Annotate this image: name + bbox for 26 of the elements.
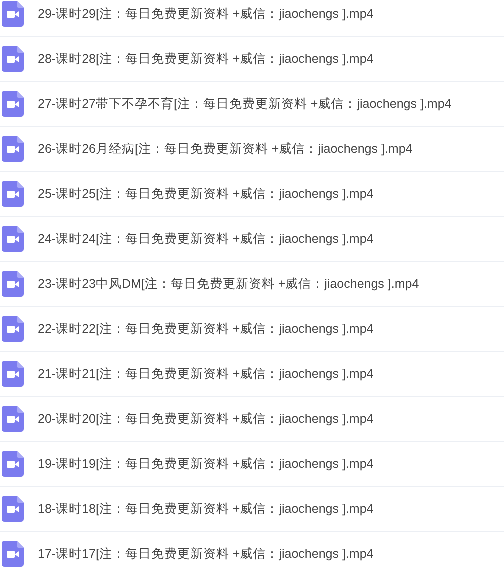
- file-name[interactable]: 21-课时21[注：每日免费更新资料 +威信：jiaochengs ].mp4: [38, 366, 374, 382]
- file-name[interactable]: 19-课时19[注：每日免费更新资料 +威信：jiaochengs ].mp4: [38, 456, 374, 472]
- video-file-icon: [2, 136, 24, 162]
- video-file-icon: [2, 181, 24, 207]
- file-name[interactable]: 26-课时26月经病[注：每日免费更新资料 +威信：jiaochengs ].mp4: [38, 140, 413, 158]
- video-file-icon: [2, 451, 24, 477]
- video-file-icon: [2, 226, 24, 252]
- file-name[interactable]: 27-课时27带下不孕不育[注：每日免费更新资料 +威信：jiaochengs ].mp4: [38, 96, 452, 112]
- video-file-icon: [2, 46, 24, 72]
- video-file-icon: [2, 496, 24, 522]
- file-name[interactable]: 23-课时23中风DM[注：每日免费更新资料 +威信：jiaochengs ].mp4: [38, 276, 420, 292]
- file-name[interactable]: 20-课时20[注：每日免费更新资料 +威信：jiaochengs ].mp4: [38, 410, 374, 428]
- video-file-icon: [2, 406, 24, 432]
- video-file-icon: [2, 1, 24, 27]
- file-name[interactable]: 24-课时24[注：每日免费更新资料 +威信：jiaochengs ].mp4: [38, 230, 374, 248]
- file-name[interactable]: 28-课时28[注：每日免费更新资料 +威信：jiaochengs ].mp4: [38, 50, 374, 68]
- video-file-icon: [2, 316, 24, 342]
- video-file-icon: [2, 91, 24, 117]
- file-name[interactable]: 25-课时25[注：每日免费更新资料 +威信：jiaochengs ].mp4: [38, 186, 374, 202]
- file-name[interactable]: 29-课时29[注：每日免费更新资料 +威信：jiaochengs ].mp4: [38, 6, 374, 22]
- file-name[interactable]: 22-课时22[注：每日免费更新资料 +威信：jiaochengs ].mp4: [38, 320, 374, 338]
- video-file-icon: [2, 271, 24, 297]
- file-name[interactable]: 17-课时17[注：每日免费更新资料 +威信：jiaochengs ].mp4: [38, 546, 374, 562]
- file-name[interactable]: 18-课时18[注：每日免费更新资料 +威信：jiaochengs ].mp4: [38, 500, 374, 518]
- video-file-icon: [2, 541, 24, 567]
- video-file-icon: [2, 361, 24, 387]
